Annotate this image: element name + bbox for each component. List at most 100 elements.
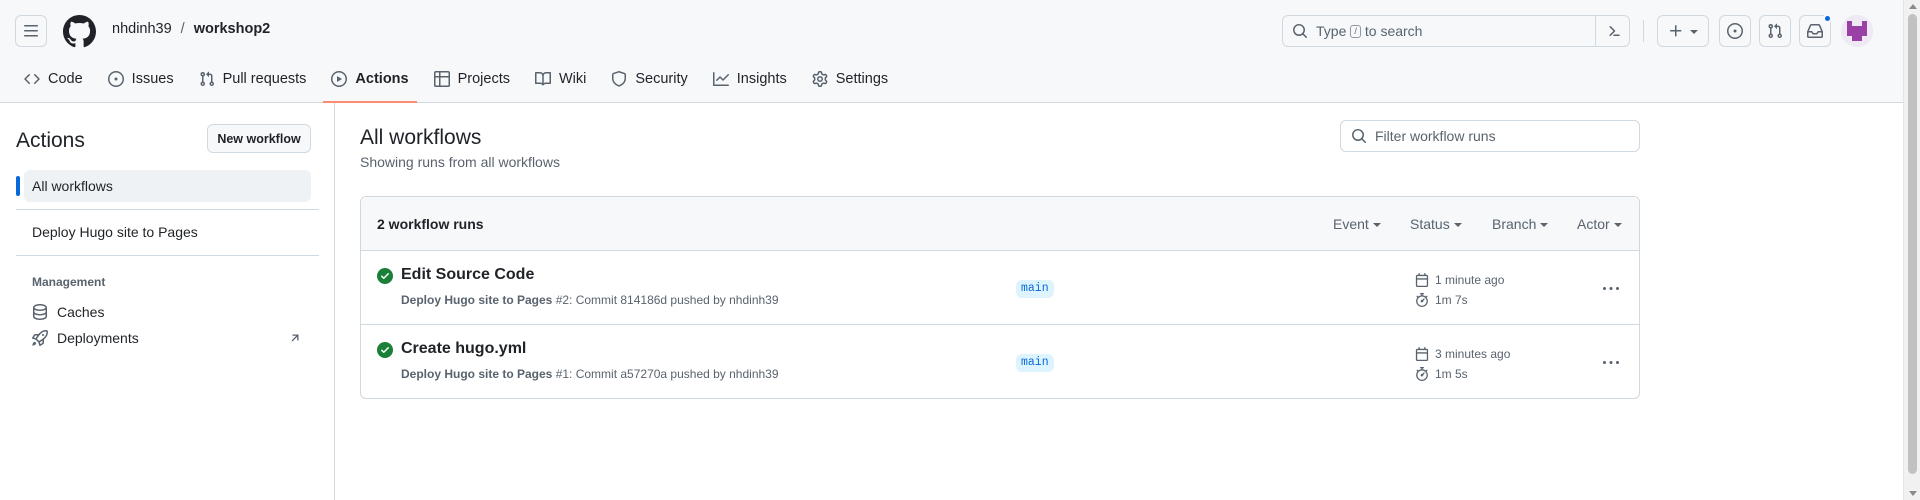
play-icon: [331, 70, 348, 87]
triangle-down-icon: [1372, 223, 1381, 227]
actor-filter-dropdown[interactable]: Actor: [1577, 216, 1622, 232]
sidebar-link-caches[interactable]: Caches: [24, 298, 311, 326]
tab-label: Issues: [131, 70, 174, 87]
triangle-down-icon: [1453, 223, 1462, 227]
github-logo-icon[interactable]: [63, 15, 96, 48]
run-workflow-name: Deploy Hugo site to Pages: [401, 367, 553, 381]
tab-label: Projects: [457, 70, 510, 87]
command-palette-button[interactable]: [1595, 16, 1629, 46]
graph-icon: [712, 71, 729, 86]
repo-nav: Code Issues Pull requests Actions Projec…: [16, 62, 905, 103]
run-meta: Deploy Hugo site to Pages #2: Commit 814…: [401, 293, 779, 307]
code-icon: [24, 73, 40, 84]
filter-label: Event: [1333, 216, 1369, 232]
run-options-button[interactable]: [1596, 277, 1626, 301]
tab-pull-requests[interactable]: Pull requests: [191, 62, 315, 95]
table-icon: [433, 70, 450, 87]
run-time-ago: 3 minutes ago: [1435, 347, 1511, 361]
user-avatar[interactable]: [1841, 15, 1873, 47]
issues-button[interactable]: [1719, 15, 1751, 47]
tab-security[interactable]: Security: [603, 62, 695, 95]
workflow-run-row[interactable]: Create hugo.yml Deploy Hugo site to Page…: [361, 325, 1639, 398]
new-workflow-button[interactable]: New workflow: [207, 124, 311, 153]
run-title-link[interactable]: Edit Source Code: [401, 266, 534, 284]
branch-filter-dropdown[interactable]: Branch: [1492, 216, 1549, 232]
run-time-ago: 1 minute ago: [1435, 273, 1505, 287]
run-workflow-name: Deploy Hugo site to Pages: [401, 293, 553, 307]
run-duration: 1m 7s: [1415, 293, 1468, 307]
branch-label[interactable]: main: [1016, 354, 1054, 372]
run-commit-info: #1: Commit a57270a pushed by nhdinh39: [552, 367, 779, 381]
issue-opened-icon: [1727, 23, 1743, 39]
create-new-button[interactable]: [1657, 15, 1709, 47]
tab-label: Settings: [835, 70, 889, 87]
run-options-button[interactable]: [1596, 351, 1626, 375]
stopwatch-icon: [1416, 293, 1428, 307]
filter-workflow-runs-field[interactable]: [1340, 120, 1640, 152]
notification-indicator: [1823, 14, 1832, 23]
page-title: All workflows: [360, 126, 482, 149]
global-search-input[interactable]: Type / to search: [1282, 15, 1630, 47]
run-meta: Deploy Hugo site to Pages #1: Commit a57…: [401, 367, 779, 381]
pull-requests-button[interactable]: [1759, 15, 1791, 47]
run-duration-value: 1m 5s: [1435, 367, 1468, 381]
tab-actions[interactable]: Actions: [323, 62, 417, 103]
triangle-down-icon: [1613, 223, 1622, 227]
check-circle-fill-icon: [377, 342, 393, 358]
search-prefix-text: Type: [1316, 23, 1347, 39]
workflow-run-row[interactable]: Edit Source Code Deploy Hugo site to Pag…: [361, 251, 1639, 325]
management-heading: Management: [32, 275, 106, 289]
calendar-icon: [1415, 347, 1429, 361]
workflow-runs-list: 2 workflow runs Event Status Branch Acto…: [360, 196, 1640, 399]
sidebar-item-all-workflows[interactable]: All workflows: [16, 170, 311, 202]
three-bars-icon: [24, 25, 38, 37]
scrollbar-thumb[interactable]: [1908, 14, 1917, 474]
tab-settings[interactable]: Settings: [804, 62, 896, 95]
scroll-down-arrow-icon[interactable]: [1909, 491, 1917, 496]
owner-link[interactable]: nhdinh39: [112, 21, 172, 37]
filter-label: Actor: [1577, 216, 1610, 232]
tab-insights[interactable]: Insights: [705, 62, 795, 95]
tab-projects[interactable]: Projects: [426, 62, 518, 95]
sidebar-divider: [16, 209, 319, 210]
issue-opened-icon: [107, 70, 124, 87]
shield-icon: [612, 70, 627, 87]
sidebar-link-deployments[interactable]: Deployments: [24, 324, 311, 352]
filter-workflow-runs-input[interactable]: [1375, 128, 1625, 144]
scroll-up-arrow-icon[interactable]: [1909, 4, 1917, 9]
tab-code[interactable]: Code: [16, 62, 91, 95]
run-timestamp: 3 minutes ago: [1415, 347, 1510, 361]
tab-wiki[interactable]: Wiki: [527, 62, 594, 95]
inbox-icon: [1807, 24, 1823, 38]
triangle-down-icon: [1690, 30, 1698, 34]
status-filter-dropdown[interactable]: Status: [1410, 216, 1462, 232]
filter-label: Status: [1410, 216, 1450, 232]
branch-label[interactable]: main: [1016, 280, 1054, 298]
tab-label: Actions: [355, 70, 409, 87]
kebab-horizontal-icon: [1603, 361, 1619, 364]
page-scrollbar[interactable]: [1903, 0, 1920, 500]
runs-list-header: 2 workflow runs Event Status Branch Acto…: [361, 197, 1639, 251]
book-icon: [534, 71, 551, 85]
triangle-down-icon: [1540, 223, 1549, 227]
run-duration: 1m 5s: [1415, 367, 1468, 381]
path-separator: /: [180, 21, 185, 37]
hamburger-menu-button[interactable]: [15, 15, 47, 47]
event-filter-dropdown[interactable]: Event: [1333, 216, 1381, 232]
header-divider: [1643, 20, 1644, 42]
repo-link[interactable]: workshop2: [194, 21, 271, 37]
plus-icon: [1670, 25, 1682, 37]
rocket-icon: [32, 330, 48, 346]
sidebar-link-label: Deployments: [57, 330, 139, 346]
tab-label: Insights: [736, 70, 787, 87]
tab-issues[interactable]: Issues: [100, 62, 182, 95]
git-pull-request-icon: [1768, 23, 1783, 39]
stopwatch-icon: [1416, 367, 1428, 381]
calendar-icon: [1415, 273, 1429, 287]
repo-breadcrumb: nhdinh39 / workshop2: [112, 21, 270, 37]
git-pull-request-icon: [200, 71, 214, 86]
arrow-up-right-icon: [291, 334, 299, 342]
sidebar-title: Actions: [16, 129, 85, 152]
run-title-link[interactable]: Create hugo.yml: [401, 340, 526, 358]
sidebar-item-deploy-hugo[interactable]: Deploy Hugo site to Pages: [24, 216, 311, 248]
